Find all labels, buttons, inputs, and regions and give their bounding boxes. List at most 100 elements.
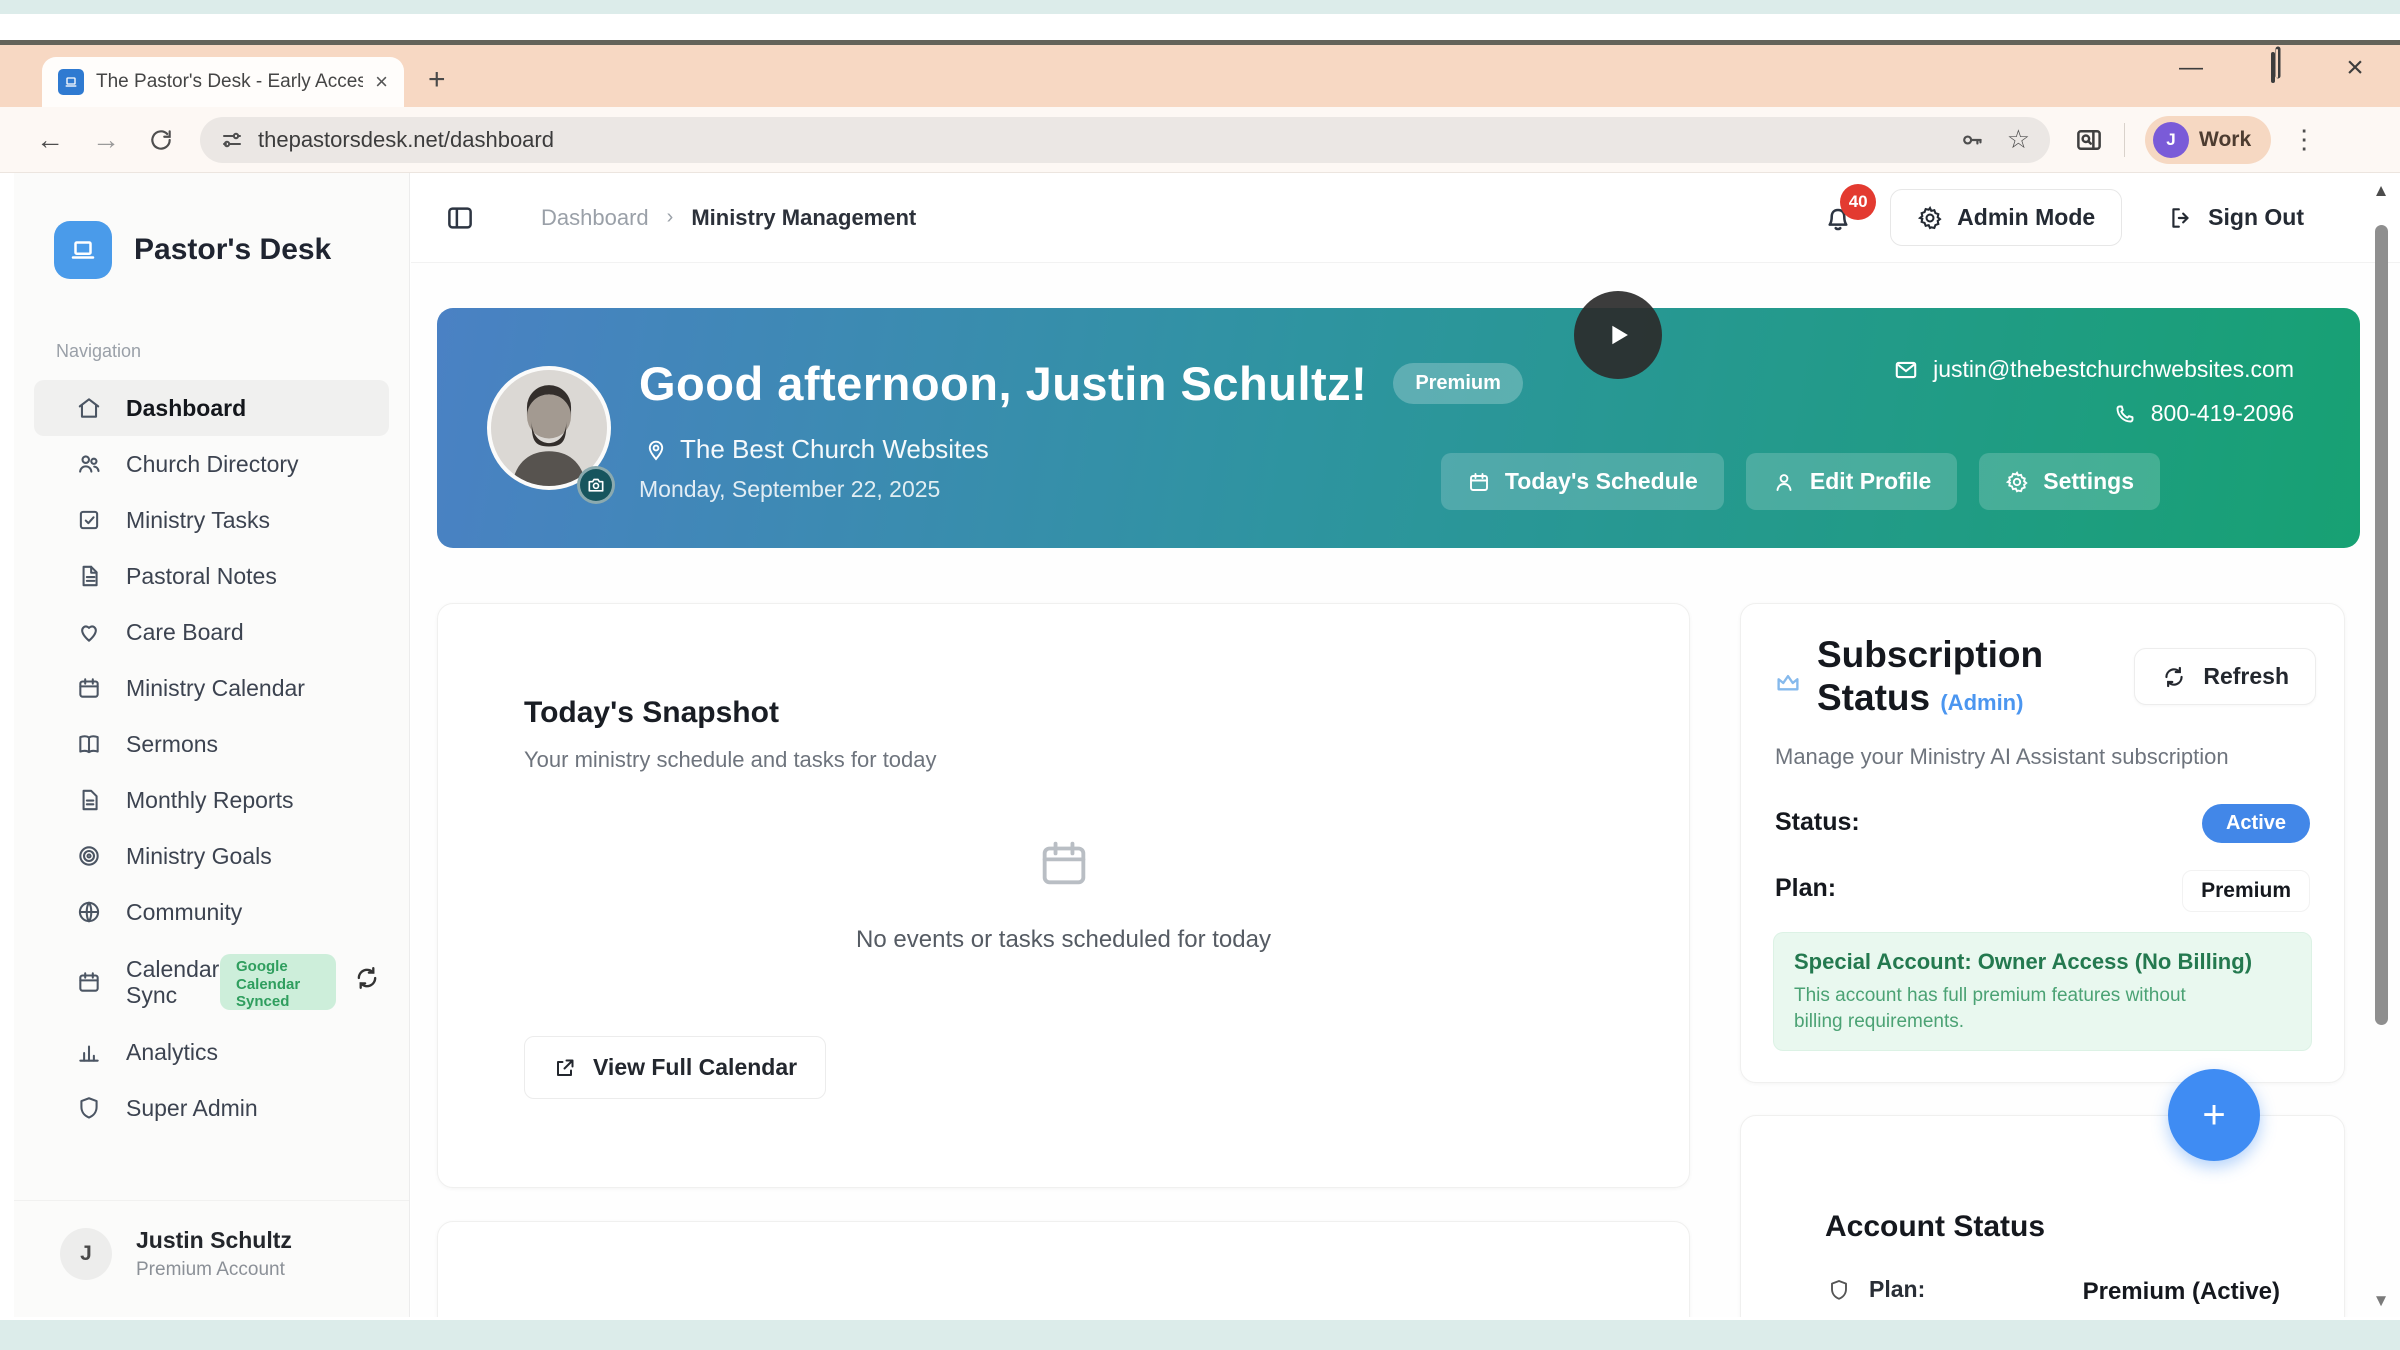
user-name: Justin Schultz xyxy=(136,1227,292,1254)
sidebar-item-calendar-sync[interactable]: Calendar Sync Google Calendar Synced xyxy=(34,940,389,1024)
bookmark-star-icon[interactable]: ☆ xyxy=(2007,124,2030,155)
app-logo-row[interactable]: Pastor's Desk xyxy=(14,173,409,279)
admin-tag: (Admin) xyxy=(1940,690,2023,715)
snapshot-subtitle: Your ministry schedule and tasks for tod… xyxy=(524,747,937,773)
sidebar-item-dashboard[interactable]: Dashboard xyxy=(34,380,389,436)
globe-icon xyxy=(76,899,104,925)
users-icon xyxy=(76,451,104,477)
add-floating-button[interactable]: + xyxy=(2168,1069,2260,1161)
heart-icon xyxy=(76,619,104,645)
password-key-icon[interactable] xyxy=(1959,127,1985,153)
account-status-card: Account Status Plan: Premium (Active) xyxy=(1740,1115,2345,1317)
sign-out-button[interactable]: Sign Out xyxy=(2168,204,2304,231)
window-restore-icon[interactable] xyxy=(2256,54,2290,82)
user-avatar: J xyxy=(60,1228,112,1280)
todays-snapshot-card: Today's Snapshot Your ministry schedule … xyxy=(437,603,1690,1188)
breadcrumb: Dashboard › Ministry Management xyxy=(541,205,916,231)
target-icon xyxy=(76,843,104,869)
sidebar-item-super-admin[interactable]: Super Admin xyxy=(34,1080,389,1136)
open-book-icon xyxy=(76,731,104,757)
site-settings-icon[interactable] xyxy=(220,128,244,152)
home-icon xyxy=(76,395,104,421)
notifications-bell[interactable]: 40 xyxy=(1822,202,1854,234)
sidebar-item-ministry-goals[interactable]: Ministry Goals xyxy=(34,828,389,884)
todays-schedule-button[interactable]: Today's Schedule xyxy=(1441,453,1724,510)
tab-close-icon[interactable]: × xyxy=(375,69,388,95)
account-plan-row: Plan: xyxy=(1827,1276,1925,1303)
email-value[interactable]: justin@thebestchurchwebsites.com xyxy=(1933,356,2294,383)
user-plan: Premium Account xyxy=(136,1259,292,1281)
plan-value-badge: Premium xyxy=(2182,870,2310,912)
browser-tab[interactable]: The Pastor's Desk - Early Acces × xyxy=(42,57,404,107)
sync-refresh-icon[interactable] xyxy=(353,964,381,992)
browser-tab-bar: The Pastor's Desk - Early Acces × + — × xyxy=(0,45,2400,107)
sidebar-user[interactable]: J Justin Schultz Premium Account xyxy=(14,1200,409,1291)
sidebar-item-sermons[interactable]: Sermons xyxy=(34,716,389,772)
subscription-status-card: Subscription Status (Admin) Refresh Mana… xyxy=(1740,603,2345,1083)
lower-content-card xyxy=(437,1221,1690,1317)
sidebar-item-church-directory[interactable]: Church Directory xyxy=(34,436,389,492)
scroll-down-icon[interactable]: ▼ xyxy=(2370,1291,2392,1311)
page-scrollbar[interactable]: ▲ ▼ xyxy=(2370,181,2392,1311)
browser-profile-chip[interactable]: J Work xyxy=(2145,116,2271,164)
calendar-icon xyxy=(76,675,104,701)
special-account-notice: Special Account: Owner Access (No Billin… xyxy=(1773,932,2312,1051)
sidebar-item-monthly-reports[interactable]: Monthly Reports xyxy=(34,772,389,828)
main-area: Dashboard › Ministry Management 40 Admin… xyxy=(411,173,2400,1317)
scroll-up-icon[interactable]: ▲ xyxy=(2370,181,2392,201)
tab-title: The Pastor's Desk - Early Acces xyxy=(96,71,363,93)
scrollbar-thumb[interactable] xyxy=(2375,225,2388,1025)
shield-icon xyxy=(76,1095,104,1121)
profile-avatar: J xyxy=(2153,122,2189,158)
edit-profile-button[interactable]: Edit Profile xyxy=(1746,453,1957,510)
subscription-subtitle: Manage your Ministry AI Assistant subscr… xyxy=(1775,744,2229,770)
sidebar-item-pastoral-notes[interactable]: Pastoral Notes xyxy=(34,548,389,604)
back-icon[interactable]: ← xyxy=(36,124,64,156)
video-play-button[interactable] xyxy=(1574,291,1662,379)
breadcrumb-current: Ministry Management xyxy=(691,205,916,231)
window-minimize-icon[interactable]: — xyxy=(2174,54,2208,82)
breadcrumb-dashboard[interactable]: Dashboard xyxy=(541,205,649,231)
refresh-button[interactable]: Refresh xyxy=(2134,648,2316,705)
screen: The Pastor's Desk - Early Acces × + — × … xyxy=(0,0,2400,1350)
sidebar: Pastor's Desk Navigation Dashboard Churc… xyxy=(14,173,410,1317)
forward-icon[interactable]: → xyxy=(92,124,120,156)
current-date: Monday, September 22, 2025 xyxy=(639,476,940,503)
empty-calendar-icon xyxy=(1035,834,1093,892)
browser-menu-icon[interactable]: ⋮ xyxy=(2291,124,2317,155)
greeting-banner: Good afternoon, Justin Schultz! Premium … xyxy=(437,308,2360,548)
app-viewport: Pastor's Desk Navigation Dashboard Churc… xyxy=(0,173,2400,1317)
app-header: Dashboard › Ministry Management 40 Admin… xyxy=(411,173,2400,263)
bar-chart-icon xyxy=(76,1039,104,1065)
notification-count-badge: 40 xyxy=(1840,184,1876,220)
status-label: Status: xyxy=(1775,808,1860,837)
sidebar-item-ministry-calendar[interactable]: Ministry Calendar xyxy=(34,660,389,716)
browser-window: The Pastor's Desk - Early Acces × + — × … xyxy=(0,40,2400,1312)
app-logo-icon xyxy=(54,221,112,279)
sidebar-item-care-board[interactable]: Care Board xyxy=(34,604,389,660)
phone-value[interactable]: 800-419-2096 xyxy=(2151,400,2294,427)
crown-icon xyxy=(1773,668,1803,698)
sidebar-item-ministry-tasks[interactable]: Ministry Tasks xyxy=(34,492,389,548)
desktop-strip-bottom xyxy=(0,1320,2400,1350)
shield-icon xyxy=(1827,1278,1851,1302)
admin-mode-button[interactable]: Admin Mode xyxy=(1890,189,2122,246)
window-close-icon[interactable]: × xyxy=(2338,51,2372,85)
sidebar-toggle-icon[interactable] xyxy=(445,203,475,233)
sidebar-item-community[interactable]: Community xyxy=(34,884,389,940)
snapshot-title: Today's Snapshot xyxy=(524,696,779,730)
account-status-title: Account Status xyxy=(1825,1210,2045,1244)
note-icon xyxy=(76,563,104,589)
new-tab-icon[interactable]: + xyxy=(428,63,446,97)
snapshot-empty-message: No events or tasks scheduled for today xyxy=(438,926,1689,954)
notice-body: This account has full premium features w… xyxy=(1794,983,2234,1034)
camera-icon[interactable] xyxy=(577,466,615,504)
view-full-calendar-button[interactable]: View Full Calendar xyxy=(524,1036,826,1099)
url-bar[interactable]: thepastorsdesk.net/dashboard ☆ xyxy=(200,117,2050,163)
side-panel-search-icon[interactable] xyxy=(2074,125,2104,155)
reload-icon[interactable] xyxy=(148,127,174,153)
sidebar-item-analytics[interactable]: Analytics xyxy=(34,1024,389,1080)
settings-button[interactable]: Settings xyxy=(1979,453,2160,510)
url-text[interactable]: thepastorsdesk.net/dashboard xyxy=(258,127,1945,153)
browser-toolbar: ← → thepastorsdesk.net/dashboard ☆ xyxy=(0,107,2400,173)
